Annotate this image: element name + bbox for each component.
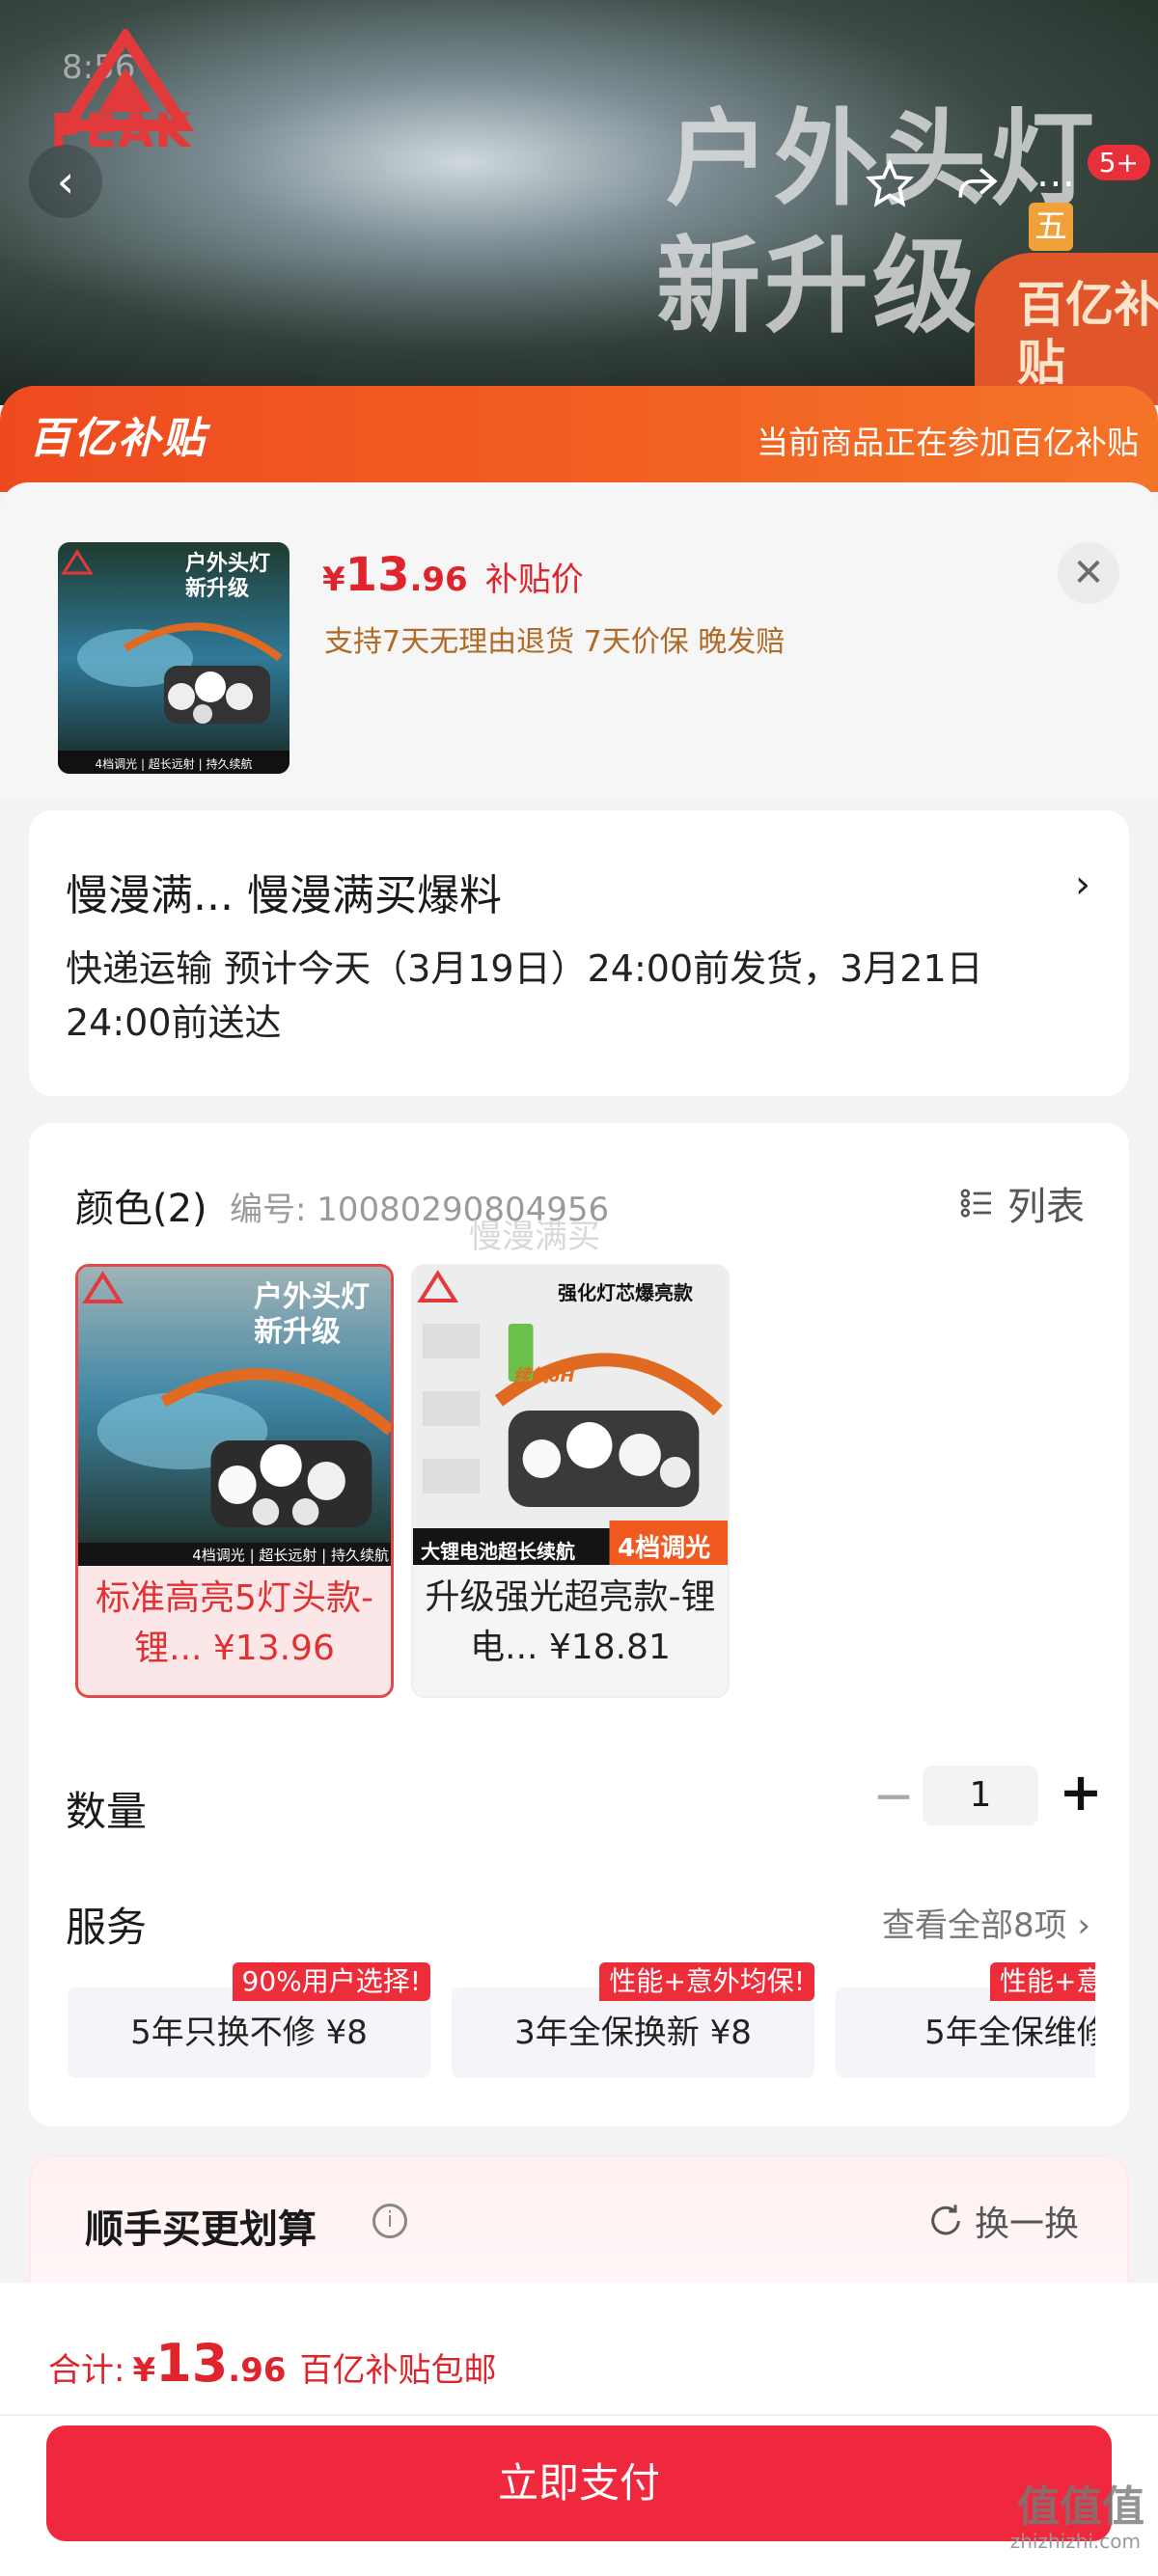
service-option-3[interactable]: 5年全保维修 性能+意外 <box>836 1962 1095 2078</box>
thumb-footer: 4档调光 | 超长远射 | 持久续航 <box>95 757 253 771</box>
option2-img-band: 大锂电池超长续航 <box>421 1540 575 1563</box>
view-all-services-link[interactable]: 查看全部8项 › <box>882 1899 1090 1946</box>
purchase-sheet: 户外头灯 新升级 4档调光 | 超长远射 | 持久续航 ¥13.96 补贴价 支持… <box>0 482 1158 2576</box>
back-button[interactable]: ‹ <box>29 145 102 218</box>
list-view-button[interactable]: 列表 <box>957 1175 1085 1231</box>
thumb-line-2: 新升级 <box>185 577 250 601</box>
share-button[interactable] <box>946 152 1007 214</box>
shipping-estimate: 快递运输 预计今天（3月19日）24:00前发货，3月21日24:00前送达 <box>66 947 983 1044</box>
headlamp-upgraded-image <box>413 1266 728 1565</box>
site-watermark: 值值值 <box>1017 2482 1144 2532</box>
quantity-label: 数量 <box>66 1788 148 1835</box>
service-tag: 性能+意外 <box>990 1962 1095 2001</box>
store-title: 慢漫满... 慢漫满买爆料 <box>66 871 502 920</box>
option1-img-line1: 户外头灯 <box>254 1280 370 1314</box>
color-label: 颜色(2) <box>75 1187 207 1231</box>
info-icon[interactable]: i <box>372 2204 407 2238</box>
option2-img-badge: 4档调光 <box>618 1534 711 1563</box>
price-tag: 补贴价 <box>484 561 584 599</box>
service-option-label: 5年只换不修 ¥8 <box>130 2014 368 2052</box>
option2-img-battery: 续航6H <box>513 1366 575 1386</box>
hero-mini-tag: 五 <box>1029 203 1073 251</box>
list-icon <box>960 1189 991 1218</box>
subsidy-price: ¥13.96 补贴价 <box>322 548 584 602</box>
service-label: 服务 <box>66 1904 148 1951</box>
favorite-button[interactable] <box>859 152 921 214</box>
minus-icon: − <box>872 1768 915 1825</box>
order-total: 合计: ¥13.96 百亿补贴包邮 <box>48 2333 497 2394</box>
product-hero-image: 8:56 PEAK 户外头灯 新升级 ‹ ⋯ 5+ 五 百亿补贴 <box>0 0 1158 405</box>
more-icon: ⋯ <box>1036 161 1075 206</box>
service-tag: 90%用户选择! <box>232 1962 430 2001</box>
total-currency: ¥ <box>132 2351 156 2390</box>
notification-badge: 5+ <box>1087 145 1150 180</box>
service-option-label: 5年全保维修 <box>924 2014 1095 2052</box>
price-currency: ¥ <box>322 561 345 599</box>
swap-button[interactable]: 换一换 <box>926 2196 1079 2246</box>
hero-slogan-2: 新升级 <box>656 227 981 347</box>
list-label: 列表 <box>1007 1185 1085 1229</box>
share-icon <box>958 167 998 198</box>
chevron-right-icon: › <box>1075 863 1090 907</box>
swap-label: 换一换 <box>974 2205 1079 2244</box>
color-option-upgraded[interactable]: 强化灯芯爆亮款 续航6H 大锂电池超长续航 4档调光 升级强光超亮款-锂电...… <box>411 1264 730 1698</box>
color-option-standard[interactable]: 户外头灯 新升级 4档调光 | 超长远射 | 持久续航 标准高亮5灯头款-锂..… <box>75 1264 394 1698</box>
shipping-card[interactable]: 慢漫满... 慢漫满买爆料 › 快递运输 预计今天（3月19日）24:00前发货… <box>29 810 1129 1096</box>
close-icon: ✕ <box>1072 551 1105 595</box>
option1-img-line2: 新升级 <box>254 1315 341 1349</box>
refresh-icon <box>931 2205 960 2235</box>
product-thumbnail: 户外头灯 新升级 4档调光 | 超长远射 | 持久续航 <box>58 542 290 774</box>
price-integer: 13 <box>345 548 410 602</box>
option1-img-footer: 4档调光 | 超长远射 | 持久续航 <box>192 1547 389 1564</box>
total-integer: 13 <box>155 2333 229 2394</box>
price-decimal: .96 <box>409 561 468 599</box>
site-url: zhizhizhi.com <box>1009 2530 1141 2553</box>
plus-icon: + <box>1059 1762 1103 1822</box>
service-options-scroller[interactable]: 5年只换不修 ¥8 90%用户选择! 3年全保换新 ¥8 性能+意外均保! 5年… <box>29 1953 1095 2107</box>
shipping-note: 百亿补贴包邮 <box>299 2351 497 2390</box>
checkout-footer: 合计: ¥13.96 百亿补贴包邮 立即支付 值值值 zhizhizhi.com <box>0 2283 1158 2576</box>
service-option-label: 3年全保换新 ¥8 <box>514 2014 752 2052</box>
guarantee-text: 支持7天无理由退货 7天价保 晚发赔 <box>324 625 786 659</box>
total-decimal: .96 <box>228 2351 287 2390</box>
subsidy-bar: 百亿补贴 当前商品正在参加百亿补贴 <box>0 386 1158 492</box>
option-label: 升级强光超亮款-锂电... ¥18.81 <box>425 1577 716 1667</box>
chevron-left-icon: ‹ <box>56 155 75 207</box>
close-button[interactable]: ✕ <box>1058 542 1119 604</box>
spec-card: 颜色(2) 编号: 10080290804956 慢漫满买 列表 户外头灯 新升… <box>29 1123 1129 2126</box>
quantity-increment-button[interactable]: + <box>1052 1762 1110 1822</box>
quantity-decrement-button[interactable]: − <box>865 1768 923 1825</box>
thumb-line-1: 户外头灯 <box>185 552 271 576</box>
option-label: 标准高亮5灯头款-锂... ¥13.96 <box>96 1578 373 1668</box>
pay-now-button[interactable]: 立即支付 <box>46 2425 1112 2541</box>
subsidy-logo: 百亿补贴 <box>29 414 207 463</box>
total-label: 合计: <box>48 2351 125 2390</box>
combo-title: 顺手买更划算 <box>85 2207 317 2252</box>
quantity-input[interactable]: 1 <box>923 1766 1038 1825</box>
divider <box>0 2414 1158 2416</box>
option2-img-top: 强化灯芯爆亮款 <box>558 1281 693 1304</box>
star-icon <box>866 159 914 207</box>
service-tag: 性能+意外均保! <box>599 1962 814 2001</box>
watermark-text: 慢漫满买 <box>469 1218 600 1256</box>
service-option-2[interactable]: 3年全保换新 ¥8 性能+意外均保! <box>452 1962 814 2078</box>
subsidy-note: 当前商品正在参加百亿补贴 <box>757 424 1139 461</box>
subsidy-corner-badge: 百亿补贴 <box>975 253 1158 405</box>
product-summary: 户外头灯 新升级 4档调光 | 超长远射 | 持久续航 ¥13.96 补贴价 支持… <box>0 482 1158 801</box>
service-option-1[interactable]: 5年只换不修 ¥8 90%用户选择! <box>68 1962 430 2078</box>
